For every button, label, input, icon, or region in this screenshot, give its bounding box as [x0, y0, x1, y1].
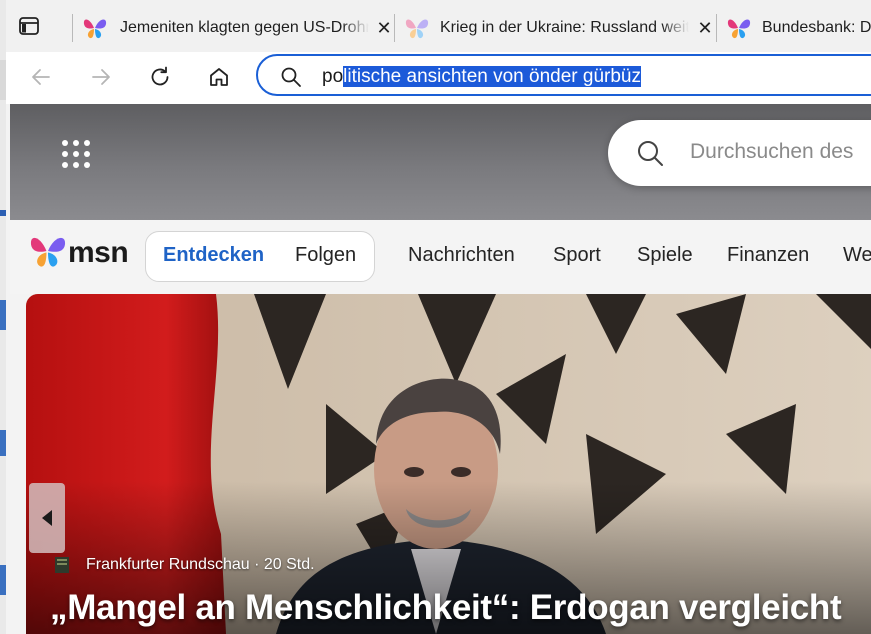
- publisher-name: Frankfurter Rundschau: [86, 556, 250, 573]
- back-button[interactable]: [24, 60, 58, 94]
- tab-panel-icon: [19, 17, 39, 35]
- msn-butterfly-icon: [405, 19, 429, 39]
- story-age: · 20 Std.: [254, 556, 315, 573]
- app-launcher-icon[interactable]: [62, 140, 90, 168]
- nav-item-news[interactable]: Nachrichten: [408, 244, 515, 267]
- tab-follow[interactable]: Folgen: [295, 244, 356, 267]
- search-icon: [280, 66, 302, 93]
- address-text-selected: litische ansichten von önder gürbüz: [343, 66, 641, 87]
- publisher-icon: [54, 556, 70, 574]
- msn-logo[interactable]: [28, 232, 68, 275]
- tab-close-button[interactable]: ✕: [696, 18, 714, 38]
- tab-3[interactable]: Bundesbank: Deutschland: [724, 8, 871, 48]
- tab-separator: [394, 14, 395, 42]
- msn-butterfly-icon: [83, 19, 107, 39]
- refresh-icon: [151, 66, 169, 86]
- hero-photo: [26, 294, 871, 634]
- address-text-unselected: po: [322, 66, 344, 87]
- nav-item-games[interactable]: Spiele: [637, 244, 693, 267]
- tab-title: Jemeniten klagten gegen US-Drohnen: [120, 19, 372, 36]
- msn-logo-text: msn: [68, 236, 129, 269]
- search-icon: [636, 139, 664, 172]
- msn-search-placeholder: Durchsuchen des: [690, 140, 854, 163]
- hero-previous-button[interactable]: [29, 483, 65, 553]
- msn-butterfly-icon: [30, 237, 66, 267]
- tab-discover[interactable]: Entdecken: [163, 244, 264, 267]
- hero-story-card[interactable]: [26, 294, 871, 634]
- tab-separator: [716, 14, 717, 42]
- tab-separator: [72, 14, 73, 42]
- chevron-left-icon: [42, 510, 52, 526]
- close-icon: ✕: [697, 17, 713, 38]
- refresh-button[interactable]: [143, 60, 177, 94]
- nav-item-finance[interactable]: Finanzen: [727, 244, 809, 267]
- story-source: Frankfurter Rundschau · 20 Std.: [86, 556, 315, 574]
- address-input[interactable]: politische ansichten von önder gürbüz: [322, 64, 641, 90]
- tab-close-button[interactable]: ✕: [376, 18, 392, 38]
- tab-1[interactable]: Jemeniten klagten gegen US-Drohnen ✕: [80, 8, 392, 48]
- close-icon: ✕: [376, 17, 392, 38]
- forward-arrow-icon: [92, 69, 110, 85]
- back-arrow-icon: [32, 69, 50, 85]
- home-icon: [210, 68, 228, 86]
- forward-button[interactable]: [84, 60, 118, 94]
- tab-2[interactable]: Krieg in der Ukraine: Russland weitet ✕: [402, 8, 714, 48]
- tab-title: Bundesbank: Deutschland: [762, 19, 871, 36]
- nav-item-sport[interactable]: Sport: [553, 244, 601, 267]
- nav-item-weather[interactable]: We: [843, 244, 871, 267]
- story-headline[interactable]: „Mangel an Menschlichkeit“: Erdogan verg…: [50, 588, 842, 628]
- tab-title: Krieg in der Ukraine: Russland weitet: [440, 19, 692, 36]
- msn-butterfly-icon: [727, 19, 751, 39]
- tab-panel-button[interactable]: [18, 15, 40, 37]
- home-button[interactable]: [202, 60, 236, 94]
